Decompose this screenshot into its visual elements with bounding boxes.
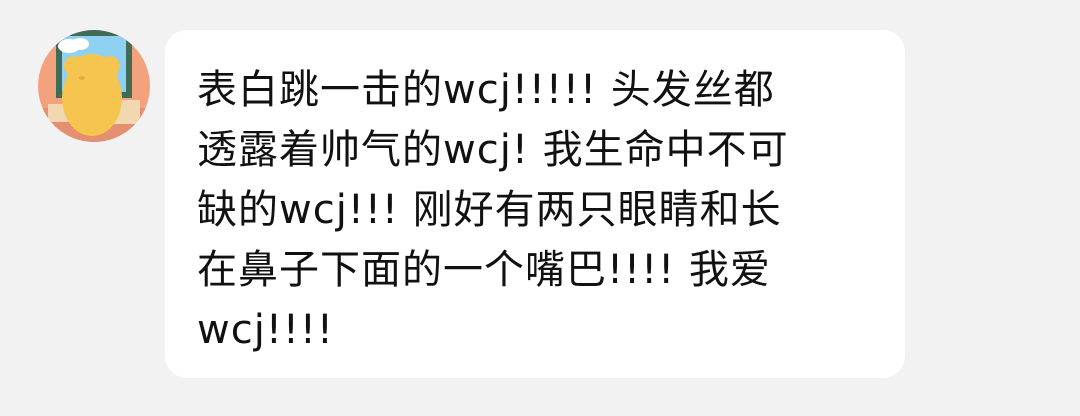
chat-message-bubble: 表白跳一击的wcj!!!!! 头发丝都 透露着帅气的wcj! 我生命中不可 缺的… xyxy=(165,30,905,378)
avatar[interactable] xyxy=(38,30,150,142)
message-text: 表白跳一击的wcj!!!!! 头发丝都 透露着帅气的wcj! 我生命中不可 缺的… xyxy=(197,67,789,353)
bear-avatar-icon xyxy=(38,30,150,142)
